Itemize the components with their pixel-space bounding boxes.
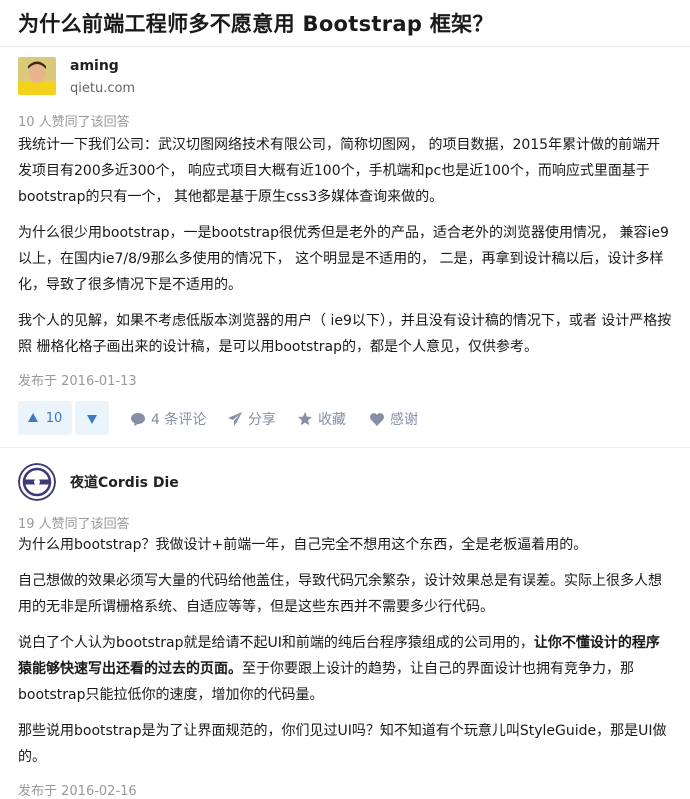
collect-label: 收藏 (318, 412, 346, 428)
share-button[interactable]: 分享 (228, 409, 276, 429)
vote-summary[interactable]: 19 人赞同了该回答 (18, 513, 672, 532)
action-bar: 10 4 条评论 分享 收藏 感谢 (18, 401, 672, 439)
triangle-up-icon (27, 411, 38, 426)
comments-button[interactable]: 4 条评论 (131, 409, 206, 429)
downvote-button[interactable] (75, 401, 109, 435)
star-icon (298, 412, 312, 426)
answer-content: 我统计一下我们公司：武汉切图网络技术有限公司，简称切图网， 的项目数据，2015… (18, 132, 672, 360)
paragraph: 说白了个人认为bootstrap就是给请不起UI和前端的纯后台程序猿组成的公司用… (18, 630, 672, 708)
vote-summary[interactable]: 10 人赞同了该回答 (18, 111, 672, 130)
question-title[interactable]: 为什么前端工程师多不愿意用 Bootstrap 框架？ (18, 8, 494, 38)
vote-summary-text: 10 人赞同了该回答 (18, 115, 130, 130)
avatar[interactable] (18, 463, 56, 501)
paragraph: 我个人的见解，如果不考虑低版本浏览器的用户（ ie9以下），并且没有设计稿的情况… (18, 313, 672, 355)
collect-button[interactable]: 收藏 (298, 409, 346, 429)
paragraph: 我统计一下我们公司：武汉切图网络技术有限公司，简称切图网， 的项目数据，2015… (18, 137, 661, 205)
paragraph: 那些说用bootstrap是为了让界面规范的，你们见过UI吗？知不知道有个玩意儿… (18, 723, 667, 765)
share-icon (228, 412, 242, 426)
comments-label: 4 条评论 (151, 412, 207, 428)
paragraph-text: 说白了个人认为bootstrap就是给请不起UI和前端的纯后台程序猿组成的公司用… (18, 635, 534, 651)
publish-date[interactable]: 发布于 2016-02-16 (18, 780, 672, 799)
paragraph: 自己想做的效果必须写大量的代码给他盖住，导致代码冗余繁杂，设计效果总是有误差。实… (18, 573, 662, 615)
title-divider (0, 46, 690, 47)
avatar[interactable] (18, 57, 56, 95)
thanks-button[interactable]: 感谢 (370, 409, 418, 429)
publish-date[interactable]: 发布于 2016-01-13 (18, 370, 672, 389)
upvote-count: 10 (45, 410, 63, 426)
paragraph: 为什么用bootstrap？我做设计+前端一年，自己完全不想用这个东西，全是老板… (18, 537, 588, 553)
answer-content: 为什么用bootstrap？我做设计+前端一年，自己完全不想用这个东西，全是老板… (18, 532, 672, 770)
share-label: 分享 (248, 412, 276, 428)
author-bio: qietu.com (70, 81, 136, 96)
comment-icon (131, 412, 145, 426)
vote-summary-text: 19 人赞同了该回答 (18, 517, 130, 532)
author-name[interactable]: aming (70, 58, 119, 74)
answer-1: aming qietu.com 10 人赞同了该回答 我统计一下我们公司：武汉切… (18, 57, 672, 439)
author-row: 夜道Cordis Die (18, 463, 672, 507)
author-row: aming qietu.com (18, 57, 672, 105)
answer-divider (0, 447, 690, 448)
author-name[interactable]: 夜道Cordis Die (70, 472, 179, 492)
upvote-button[interactable]: 10 (18, 401, 72, 435)
thanks-label: 感谢 (390, 412, 418, 428)
triangle-down-icon (87, 409, 97, 428)
heart-icon (370, 412, 384, 426)
answer-2: 夜道Cordis Die 19 人赞同了该回答 为什么用bootstrap？我做… (18, 463, 672, 799)
paragraph: 为什么很少用bootstrap，一是bootstrap很优秀但是老外的产品，适合… (18, 225, 669, 293)
